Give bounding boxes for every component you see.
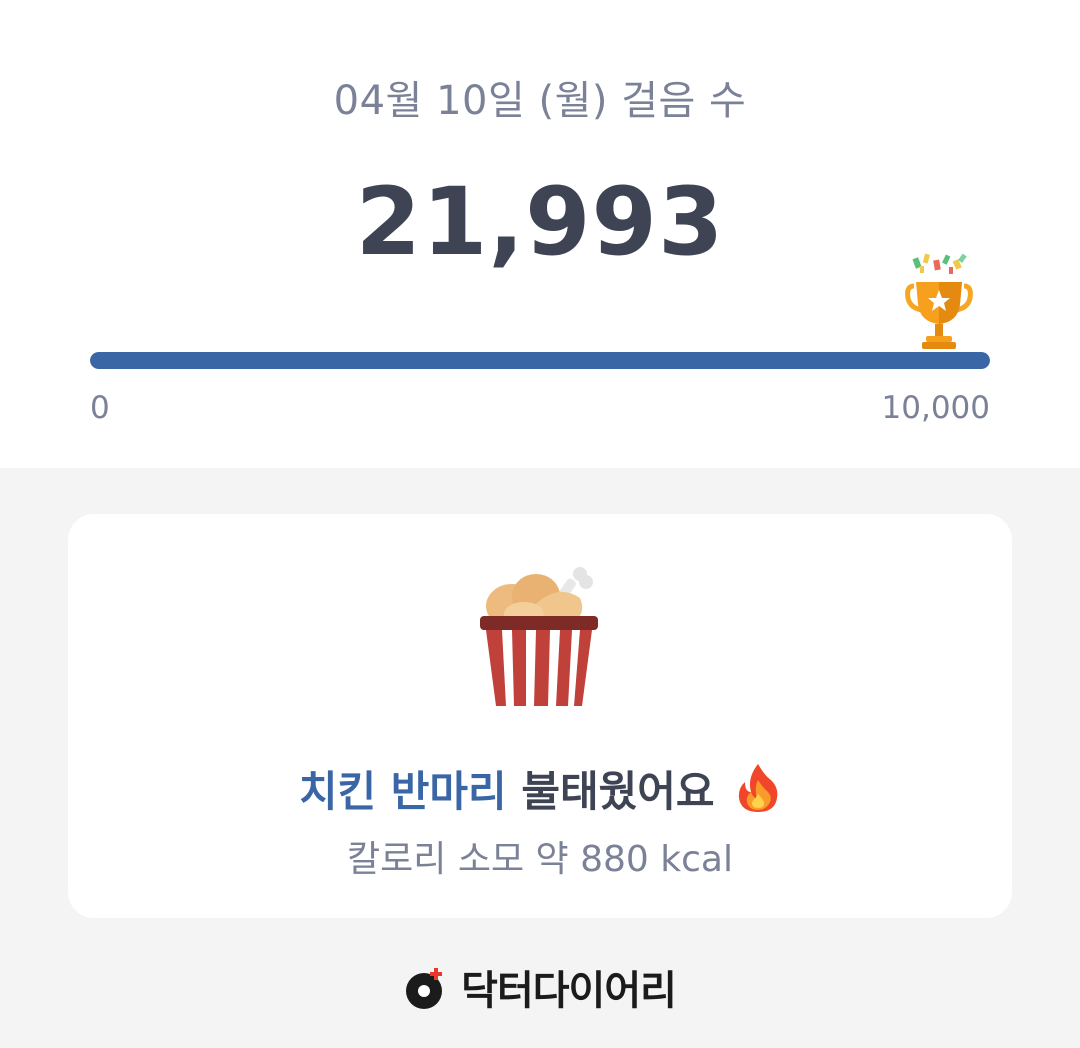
doctor-diary-logo-icon <box>406 968 443 1009</box>
headline-suffix: 불태웠어요 <box>521 767 715 816</box>
step-summary-section: 04월 10일 (월) 걸음 수 21,993 0 10,000 <box>0 0 1080 468</box>
calorie-burned-text: 칼로리 소모 약 880 kcal <box>347 839 733 880</box>
progress-goal-label: 10,000 <box>881 390 990 426</box>
food-equivalent: 치킨 반마리 <box>298 767 507 816</box>
brand-footer: 닥터다이어리 <box>0 958 1080 1016</box>
trophy-icon <box>905 253 973 349</box>
step-progress-fill <box>90 352 990 369</box>
step-progress-bar <box>90 352 990 369</box>
brand-name: 닥터다이어리 <box>461 968 677 1014</box>
date-label: 04월 10일 (월) 걸음 수 <box>333 78 747 124</box>
fried-chicken-bucket-icon <box>480 567 598 706</box>
calorie-headline: 치킨 반마리 불태웠어요 <box>68 758 1012 819</box>
fire-icon <box>739 764 778 812</box>
calorie-card: 치킨 반마리 불태웠어요 칼로리 소모 약 880 kcal <box>68 514 1012 918</box>
progress-min-label: 0 <box>90 390 110 426</box>
